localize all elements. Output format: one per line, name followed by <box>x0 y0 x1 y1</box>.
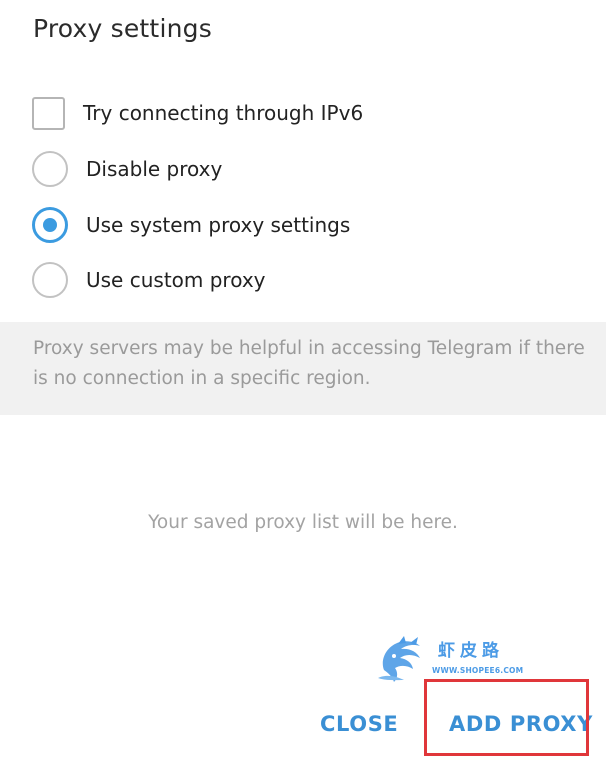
empty-proxy-list-text: Your saved proxy list will be here. <box>148 512 458 533</box>
system-proxy-option[interactable]: Use system proxy settings <box>32 205 350 245</box>
proxy-info-box: Proxy servers may be helpful in accessin… <box>0 322 606 415</box>
system-proxy-radio[interactable] <box>32 207 68 243</box>
system-proxy-label: Use system proxy settings <box>86 213 351 237</box>
close-button[interactable]: CLOSE <box>320 712 398 736</box>
disable-proxy-label: Disable proxy <box>86 157 223 181</box>
ipv6-checkbox[interactable] <box>32 96 65 130</box>
dialog-title: Proxy settings <box>33 14 212 43</box>
watermark-chinese-text: 虾皮路 <box>438 641 504 661</box>
proxy-info-text: Proxy servers may be helpful in accessin… <box>33 338 585 389</box>
custom-proxy-radio[interactable] <box>32 262 68 298</box>
custom-proxy-option[interactable]: Use custom proxy <box>32 260 266 300</box>
ipv6-checkbox-option[interactable]: Try connecting through IPv6 <box>32 93 363 133</box>
disable-proxy-option[interactable]: Disable proxy <box>32 149 222 189</box>
watermark-url-text: WWW.SHOPEE6.COM <box>432 666 524 675</box>
proxy-settings-dialog: Proxy settings Try connecting through IP… <box>0 0 606 768</box>
disable-proxy-radio[interactable] <box>32 151 68 187</box>
highlight-annotation-box <box>424 679 589 756</box>
custom-proxy-label: Use custom proxy <box>86 268 266 292</box>
ipv6-label: Try connecting through IPv6 <box>83 101 364 125</box>
radio-selected-dot <box>43 218 57 232</box>
